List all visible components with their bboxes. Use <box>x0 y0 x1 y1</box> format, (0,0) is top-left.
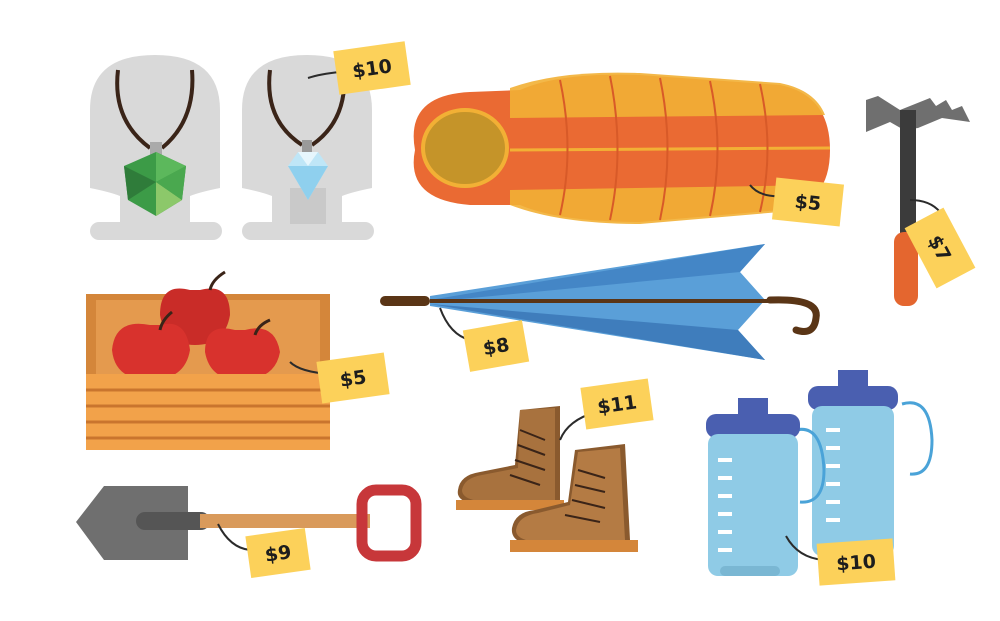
apple-crate: $5 <box>86 270 390 450</box>
sleeping-bag: $5 <box>413 72 845 227</box>
store-items-illustration: $10 $5 $7 $5 $8 $9 $11 $10 <box>76 41 976 586</box>
price-tag-shovel: $9 <box>217 523 311 578</box>
umbrella: $8 <box>380 244 820 372</box>
price-label: $5 <box>794 191 823 216</box>
necklace-bust-green <box>90 55 222 240</box>
water-bottles: $10 <box>706 370 934 586</box>
ice-axe: $7 <box>866 96 976 306</box>
price-label: $10 <box>836 551 877 576</box>
price-tag-water-bottles: $10 <box>785 535 896 586</box>
water-bottle-back <box>808 370 934 556</box>
necklace-displays: $10 <box>90 41 411 240</box>
hiking-boots: $11 <box>456 378 654 552</box>
price-label: $5 <box>339 366 368 391</box>
price-label: $8 <box>481 334 511 360</box>
shovel: $9 <box>76 484 422 578</box>
boot-back <box>456 406 564 510</box>
price-tag-boots: $11 <box>559 378 654 441</box>
price-label: $9 <box>264 541 293 566</box>
water-bottle-front <box>706 398 826 576</box>
